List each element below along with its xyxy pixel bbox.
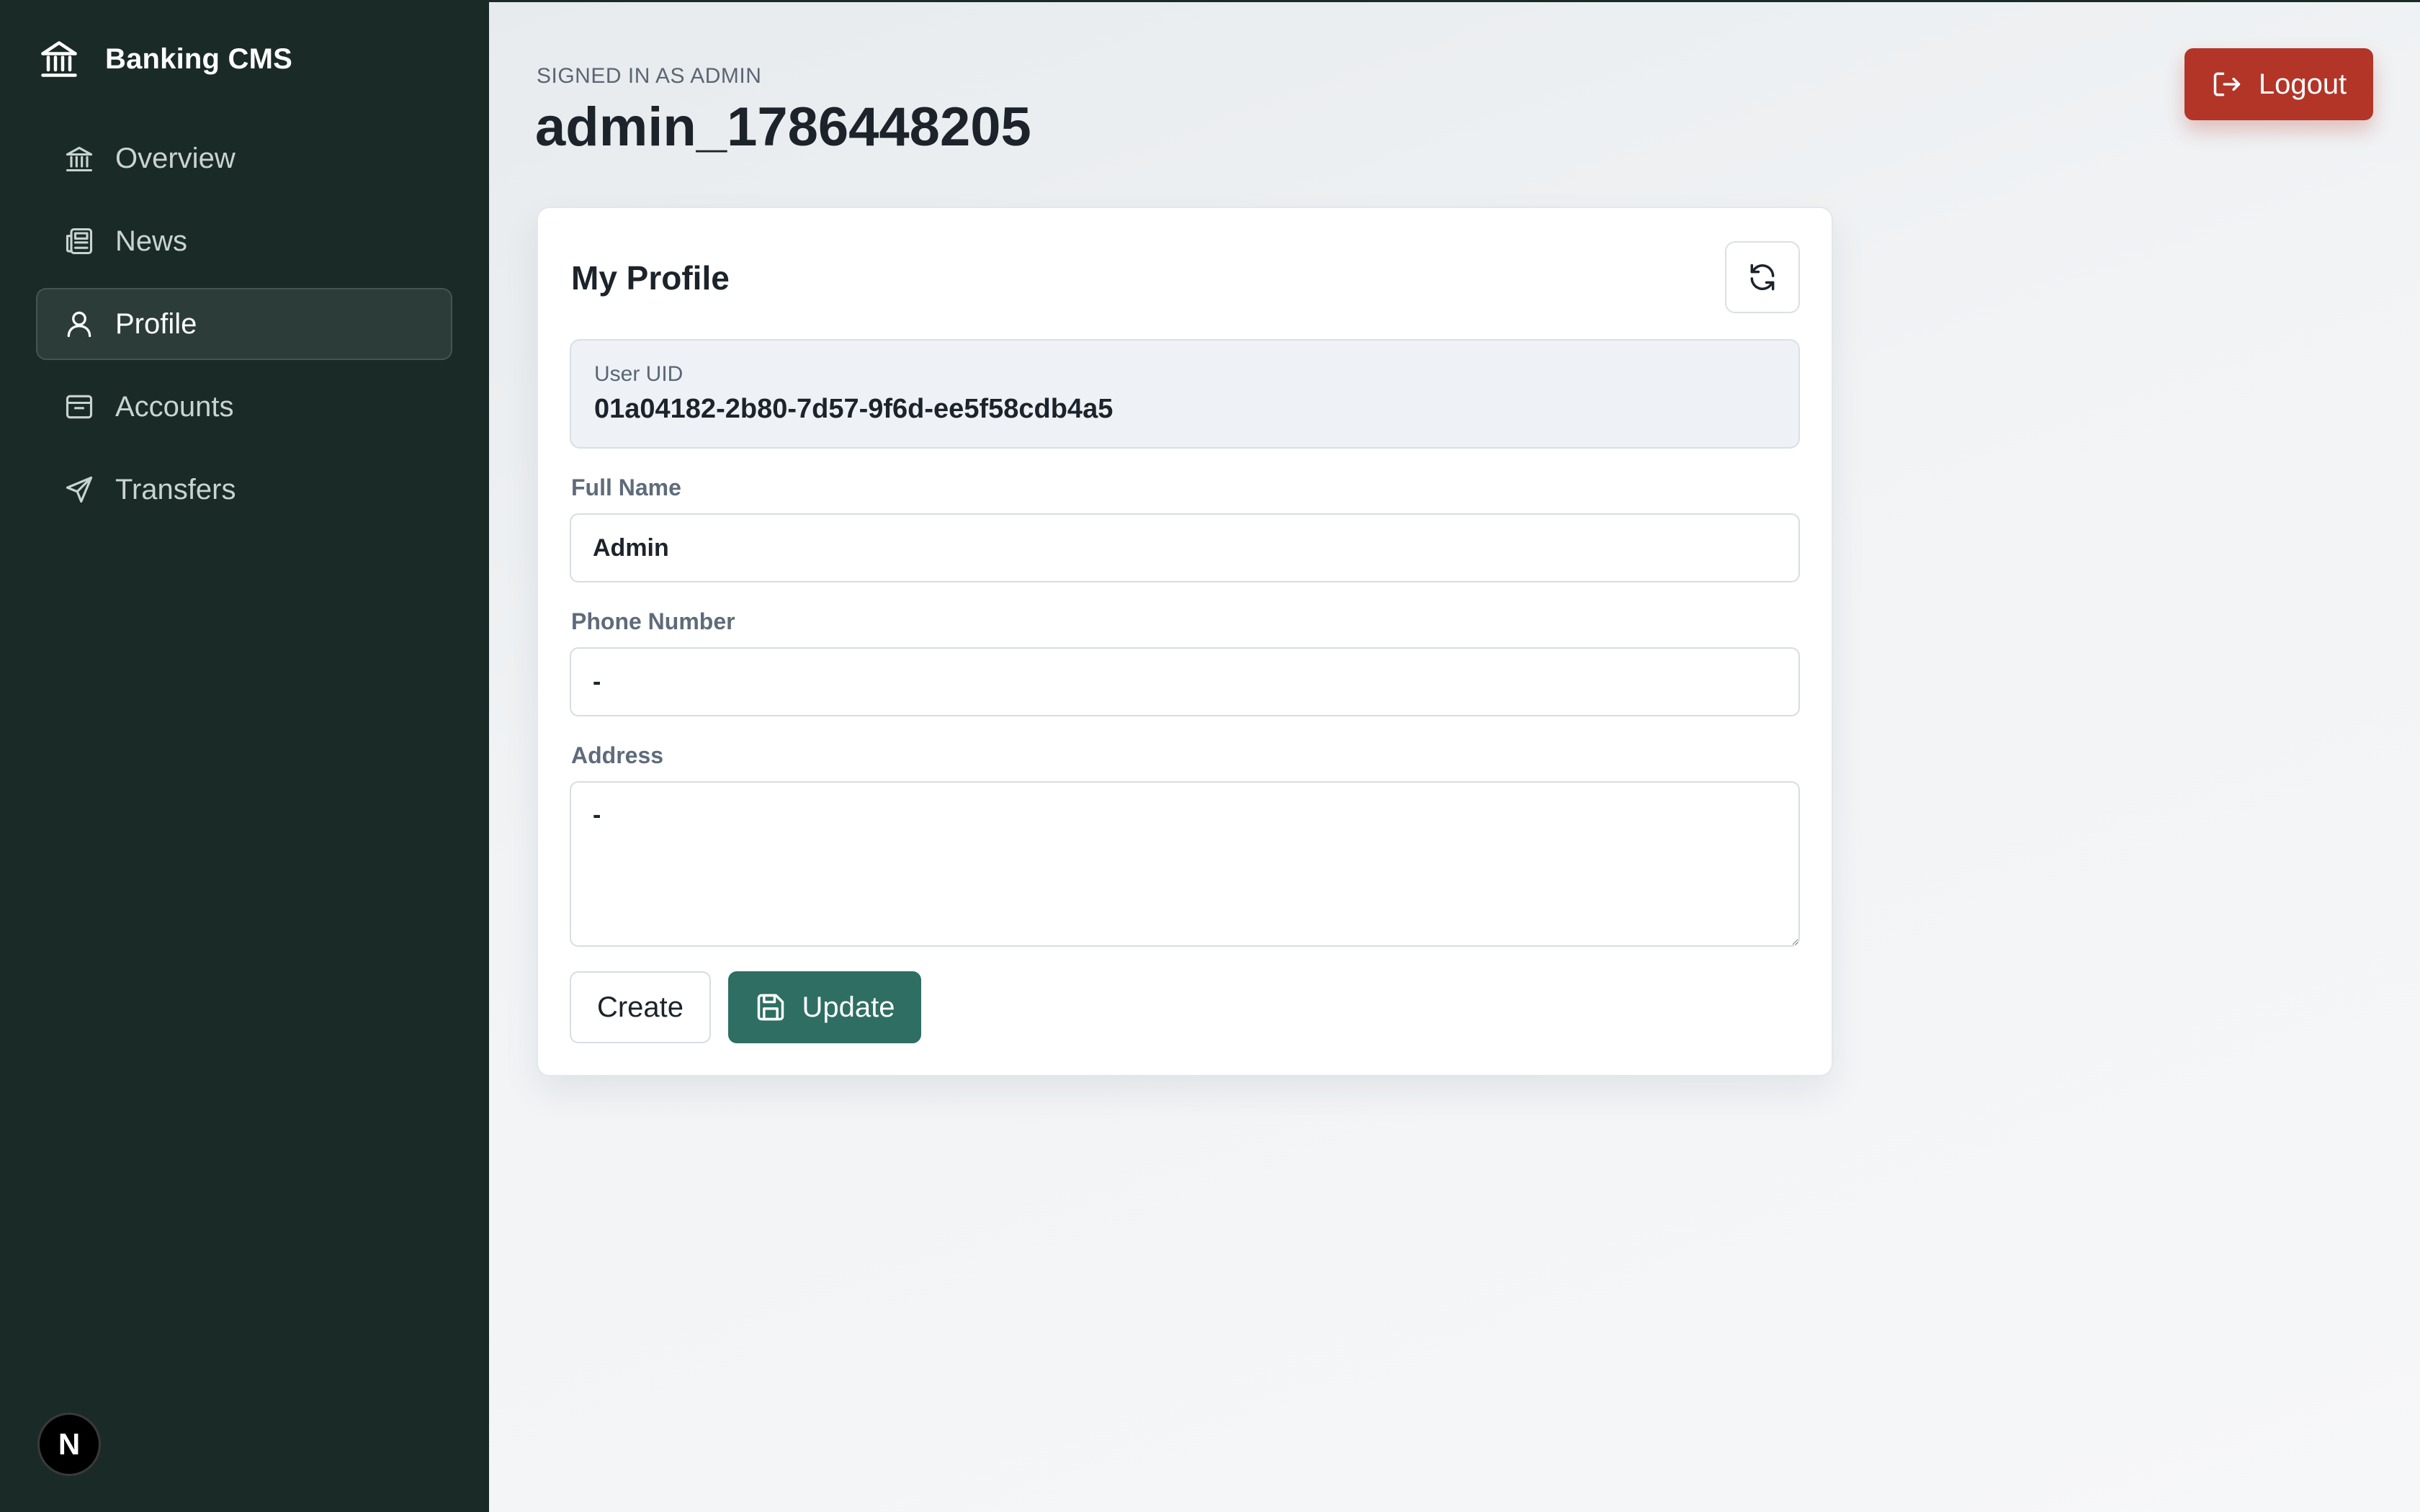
bank-icon — [63, 143, 95, 174]
user-uid-value: 01a04182-2b80-7d57-9f6d-ee5f58cdb4a5 — [594, 394, 1113, 424]
logout-button[interactable]: Logout — [2184, 48, 2373, 120]
sidebar-item-label: Transfers — [115, 473, 236, 505]
logout-icon — [2211, 68, 2243, 100]
address-textarea[interactable]: - — [570, 781, 1800, 947]
sidebar-item-label: Overview — [115, 142, 236, 174]
refresh-button[interactable] — [1725, 241, 1800, 313]
archive-icon — [63, 391, 95, 423]
profile-card: My Profile User UID 01a04182-2b80-7d57-9… — [537, 207, 1833, 1076]
avatar[interactable]: N — [37, 1413, 101, 1476]
signed-in-caption: SIGNED IN AS ADMIN — [537, 64, 762, 88]
send-icon — [63, 474, 95, 505]
card-title: My Profile — [571, 259, 730, 297]
sidebar-nav: Overview News Profile Accounts Transfers — [36, 122, 452, 536]
user-icon — [63, 308, 95, 340]
phone-number-input[interactable] — [570, 647, 1800, 716]
save-icon — [755, 991, 786, 1023]
sidebar: Banking CMS Overview News Profile Accoun… — [0, 0, 489, 1512]
user-uid-box: User UID 01a04182-2b80-7d57-9f6d-ee5f58c… — [570, 339, 1800, 449]
sidebar-item-accounts[interactable]: Accounts — [36, 371, 452, 443]
newspaper-icon — [63, 225, 95, 257]
sidebar-item-profile[interactable]: Profile — [36, 288, 452, 360]
page-title: admin_1786448205 — [535, 96, 1031, 158]
create-button[interactable]: Create — [570, 971, 711, 1043]
sidebar-item-label: Accounts — [115, 390, 234, 423]
full-name-input[interactable] — [570, 513, 1800, 582]
brand: Banking CMS — [37, 36, 292, 82]
sidebar-item-transfers[interactable]: Transfers — [36, 454, 452, 526]
main-content: SIGNED IN AS ADMIN admin_1786448205 Logo… — [489, 0, 2420, 1512]
logout-label: Logout — [2258, 68, 2347, 100]
full-name-label: Full Name — [571, 474, 681, 500]
sidebar-item-overview[interactable]: Overview — [36, 122, 452, 194]
update-button[interactable]: Update — [728, 971, 921, 1043]
update-label: Update — [802, 991, 895, 1023]
phone-number-label: Phone Number — [571, 608, 735, 634]
address-label: Address — [571, 742, 664, 768]
sidebar-item-label: Profile — [115, 307, 197, 340]
user-uid-label: User UID — [594, 362, 684, 386]
sidebar-item-news[interactable]: News — [36, 205, 452, 277]
sidebar-item-label: News — [115, 225, 188, 257]
bank-icon — [37, 36, 81, 82]
refresh-icon — [1747, 261, 1778, 293]
brand-title: Banking CMS — [105, 42, 292, 75]
